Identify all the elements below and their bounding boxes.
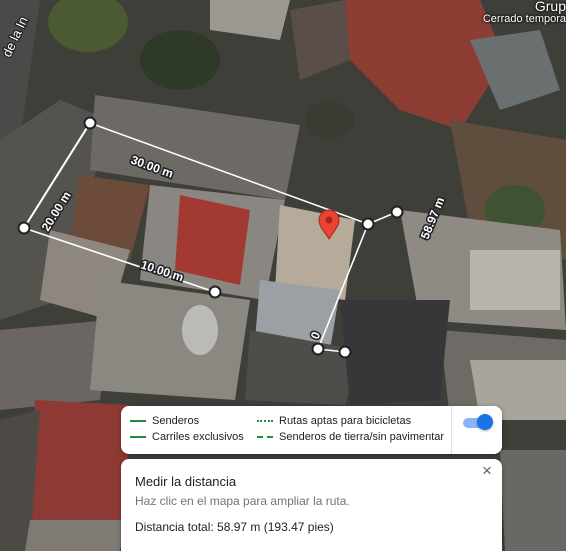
poi-label[interactable]: Grup Cerrado tempora bbox=[481, 0, 566, 28]
legend-label: Rutas aptas para bicicletas bbox=[279, 415, 412, 427]
solid-line-icon bbox=[130, 420, 146, 422]
close-icon[interactable]: × bbox=[478, 462, 496, 480]
bike-layer-toggle[interactable] bbox=[461, 414, 493, 430]
vertex-handle[interactable] bbox=[17, 221, 31, 235]
legend-item: Senderos de tierra/sin pavimentar bbox=[257, 430, 444, 444]
legend-label: Senderos de tierra/sin pavimentar bbox=[279, 431, 445, 443]
measure-title: Medir la distancia bbox=[135, 474, 237, 489]
total-distance: Distancia total: 58.97 m (193.47 pies) bbox=[135, 520, 334, 534]
vertex-handle[interactable] bbox=[390, 205, 404, 219]
vertex-handle[interactable] bbox=[83, 116, 97, 130]
legend-divider bbox=[451, 406, 452, 454]
legend-item: Rutas aptas para bicicletas bbox=[257, 414, 411, 428]
legend-item: Senderos bbox=[130, 414, 199, 428]
legend-label: Carriles exclusivos bbox=[152, 431, 244, 443]
poi-status: Cerrado tempora bbox=[482, 13, 566, 25]
dashed-line-icon bbox=[257, 436, 273, 438]
vertex-handle[interactable] bbox=[338, 345, 352, 359]
vertex-handle[interactable] bbox=[311, 342, 325, 356]
poi-name: Grup bbox=[534, 0, 566, 14]
vertex-handle[interactable] bbox=[208, 285, 222, 299]
solid-line-icon bbox=[130, 436, 146, 438]
dotted-line-icon bbox=[257, 420, 273, 422]
legend-item: Carriles exclusivos bbox=[130, 430, 244, 444]
measure-hint: Haz clic en el mapa para ampliar la ruta… bbox=[135, 494, 350, 508]
bike-legend-panel: Senderos Carriles exclusivos Rutas aptas… bbox=[121, 406, 502, 454]
legend-label: Senderos bbox=[152, 415, 200, 427]
measure-distance-panel: Medir la distancia Haz clic en el mapa p… bbox=[121, 459, 502, 551]
toggle-thumb bbox=[477, 414, 493, 430]
vertex-handle[interactable] bbox=[361, 217, 375, 231]
